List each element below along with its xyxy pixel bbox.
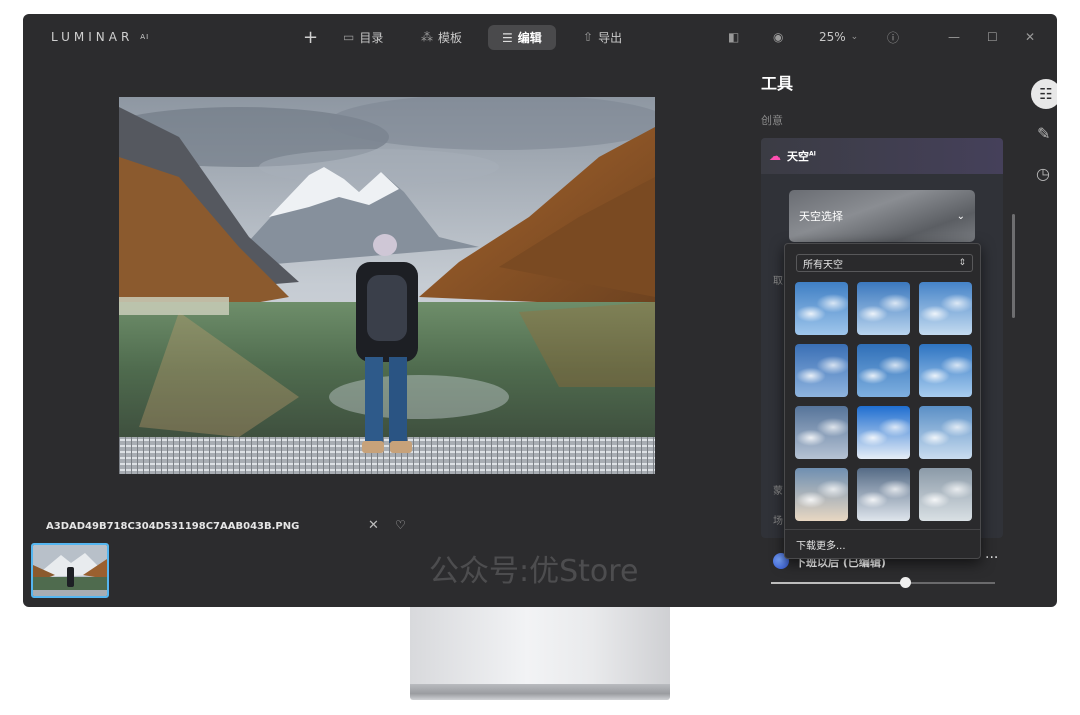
sky-option-wispy-1[interactable] <box>795 344 848 397</box>
sky-tool-name: 天空 <box>787 150 809 163</box>
logo-sup: AI <box>140 33 150 41</box>
sky-thumbnail-grid <box>795 282 975 521</box>
tab-edit[interactable]: ☰ 编辑 <box>488 25 556 50</box>
tab-export[interactable]: ⇧ 导出 <box>583 14 622 60</box>
sliders-icon: ☷ <box>1039 85 1053 103</box>
preset-amount-fill <box>771 582 906 584</box>
panel-row-mask: 蒙 <box>773 486 783 497</box>
panel-row-scene: 场 <box>773 516 783 527</box>
sky-option-cumulus-2[interactable] <box>857 282 910 335</box>
tab-export-label: 导出 <box>598 30 623 45</box>
sky-tool-sup: AI <box>809 150 816 158</box>
close-icon: ✕ <box>368 518 379 533</box>
compare-icon: ◧ <box>728 30 740 44</box>
panel-scrollbar[interactable] <box>1012 214 1015 318</box>
preset-more-button[interactable]: ··· <box>985 550 998 566</box>
zoom-select[interactable]: 25% ⌄ <box>819 14 858 60</box>
reject-button[interactable]: ✕ <box>368 518 379 533</box>
brush-icon: ✎ <box>1037 124 1051 143</box>
filmstrip-thumbnail[interactable] <box>31 543 109 598</box>
tab-catalog[interactable]: ▭ 目录 <box>343 14 383 60</box>
divider <box>785 529 980 530</box>
thumbnail-image <box>33 545 107 596</box>
luminar-window: LUMINAR AI + ▭ 目录 ⁂ 模板 ☰ 编辑 ⇧ 导出 ◧ ◉ 25% … <box>23 14 1057 607</box>
sky-option-blue-light[interactable] <box>919 344 972 397</box>
app-logo: LUMINAR AI <box>51 14 149 60</box>
sky-option-sunset-haze[interactable] <box>795 468 848 521</box>
history-icon: ◷ <box>1036 164 1050 183</box>
close-icon: ✕ <box>1025 30 1036 44</box>
help-icon: ⓘ <box>887 30 900 45</box>
tab-edit-label: 编辑 <box>517 31 542 45</box>
help-button[interactable]: ⓘ <box>887 14 899 60</box>
history-rail-button[interactable]: ◷ <box>1036 164 1050 183</box>
logo-text: LUMINAR <box>51 30 134 44</box>
chevron-down-icon: ⌄ <box>956 210 965 222</box>
heart-icon: ♡ <box>395 518 406 532</box>
preview-toggle-button[interactable]: ◉ <box>773 14 783 60</box>
sky-selection-dropdown[interactable]: 天空选择 ⌄ <box>789 190 975 242</box>
panel-row-take: 取 <box>773 276 783 287</box>
preset-amount-slider-knob[interactable] <box>900 577 912 588</box>
minimize-icon: — <box>948 30 960 44</box>
sky-select-label: 天空选择 <box>799 210 843 223</box>
section-creative: 创意 <box>761 114 783 127</box>
maximize-button[interactable]: ☐ <box>987 14 998 60</box>
add-photos-button[interactable]: + <box>303 14 318 60</box>
sky-tool-label: 天空AI <box>787 148 816 164</box>
sky-option-blue-soft[interactable] <box>857 344 910 397</box>
watermark: 公众号:优Store <box>429 554 639 589</box>
folder-icon: ▭ <box>343 30 355 44</box>
sky-option-cumulus-3[interactable] <box>919 282 972 335</box>
close-window-button[interactable]: ✕ <box>1025 14 1035 60</box>
tab-templates[interactable]: ⁂ 模板 <box>421 14 462 60</box>
main-photo[interactable] <box>119 97 655 474</box>
favorite-button[interactable]: ♡ <box>395 518 406 532</box>
file-name: A3DAD49B718C304D531198C7AAB043B.PNG <box>46 521 300 532</box>
sky-option-cumulus-1[interactable] <box>795 282 848 335</box>
sky-picker-popup: 所有天空 ⇕ 下载更多... <box>784 243 981 559</box>
chevron-down-icon: ⌄ <box>850 32 859 42</box>
photo-image <box>119 97 655 474</box>
sliders-icon: ☰ <box>502 30 513 45</box>
add-label: + <box>303 26 319 48</box>
sparkle-icon: ⁂ <box>421 30 433 44</box>
compare-button[interactable]: ◧ <box>728 14 739 60</box>
cloud-icon: ☁ <box>769 149 781 163</box>
maximize-icon: ☐ <box>987 30 998 44</box>
tab-catalog-label: 目录 <box>359 30 384 45</box>
sky-option-stormy-cumulus[interactable] <box>857 468 910 521</box>
zoom-value: 25% <box>819 30 846 44</box>
eye-icon: ◉ <box>773 30 784 44</box>
sky-filter-select[interactable]: 所有天空 ⇕ <box>796 254 973 272</box>
brush-rail-button[interactable]: ✎ <box>1037 124 1050 143</box>
sky-tool-header[interactable]: ☁ 天空AI <box>761 138 1003 174</box>
sky-option-streaks[interactable] <box>919 406 972 459</box>
tools-rail-button[interactable]: ☷ <box>1031 79 1057 109</box>
sky-filter-label: 所有天空 <box>803 259 843 271</box>
tab-templates-label: 模板 <box>438 30 463 45</box>
tools-title: 工具 <box>761 74 794 93</box>
sky-option-mackerel[interactable] <box>795 406 848 459</box>
download-more-link[interactable]: 下载更多... <box>796 537 846 552</box>
updown-icon: ⇕ <box>958 258 966 268</box>
sky-option-bright-cumulus[interactable] <box>857 406 910 459</box>
sky-option-overcast[interactable] <box>919 468 972 521</box>
share-icon: ⇧ <box>583 30 594 44</box>
monitor-stand <box>410 607 670 685</box>
top-bar: LUMINAR AI + ▭ 目录 ⁂ 模板 ☰ 编辑 ⇧ 导出 ◧ ◉ 25% … <box>23 14 1057 60</box>
monitor-stand-base <box>410 684 670 700</box>
minimize-button[interactable]: — <box>948 14 960 60</box>
